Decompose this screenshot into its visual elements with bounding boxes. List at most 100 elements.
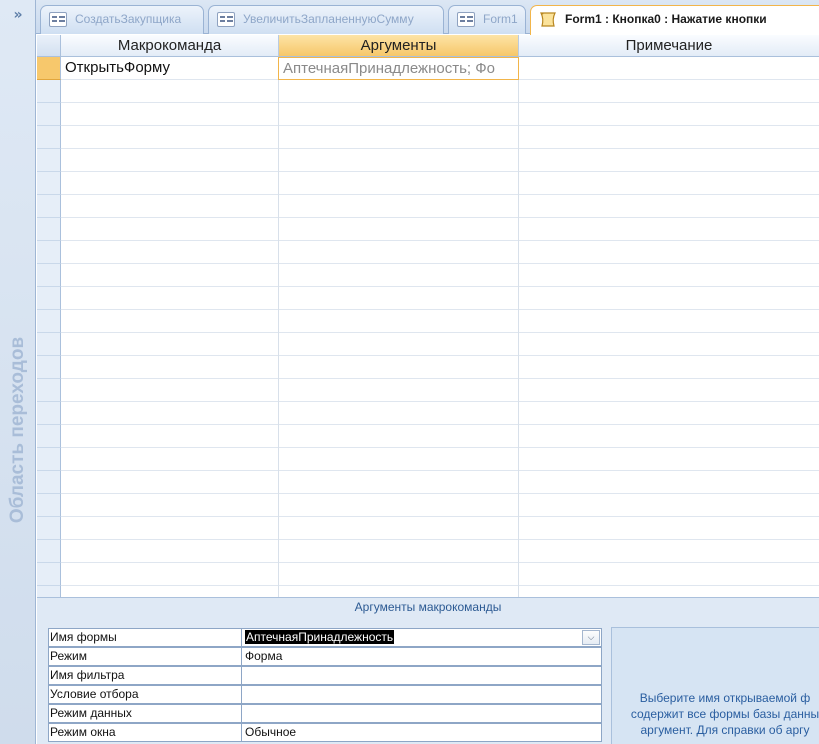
row-selector[interactable] — [37, 517, 61, 540]
action-arguments-area: Аргументы макрокоманды Имя формы Аптечна… — [37, 597, 819, 744]
argument-label: Режим данных — [48, 704, 242, 723]
column-header-comment[interactable]: Примечание — [519, 35, 819, 57]
row-selector[interactable] — [37, 172, 61, 195]
argument-label: Условие отбора — [48, 685, 242, 704]
row-selector[interactable] — [37, 149, 61, 172]
row-selector[interactable] — [37, 103, 61, 126]
row-selector[interactable] — [37, 379, 61, 402]
grid-line — [61, 286, 819, 287]
grid-line — [61, 562, 819, 563]
row-selector[interactable] — [37, 586, 61, 597]
row-selector[interactable] — [37, 471, 61, 494]
arguments-area-title: Аргументы макрокоманды — [354, 600, 502, 614]
argument-label: Режим — [48, 647, 242, 666]
argument-row-where-condition: Условие отбора — [48, 685, 603, 704]
argument-label: Имя фильтра — [48, 666, 242, 685]
grid-line — [61, 240, 819, 241]
form-name-combobox[interactable]: АптечнаяПринадлежность ⌵ — [242, 628, 602, 647]
row-selector[interactable] — [37, 126, 61, 149]
form-icon — [217, 12, 235, 27]
row-selector[interactable] — [37, 241, 61, 264]
grid-line — [61, 447, 819, 448]
grid-line — [61, 171, 819, 172]
row-selector[interactable] — [37, 333, 61, 356]
grid-corner — [37, 35, 61, 57]
row-selector[interactable] — [37, 540, 61, 563]
help-line: аргумент. Для справки об аргу — [640, 723, 810, 737]
column-divider — [278, 57, 279, 597]
tab-label: СоздатьЗакупщика — [75, 12, 182, 26]
chevron-down-icon[interactable]: ⌵ — [582, 630, 600, 645]
argument-row-data-mode: Режим данных — [48, 704, 603, 723]
grid-line — [61, 194, 819, 195]
grid-line — [61, 125, 819, 126]
tab-label: Form1 — [483, 12, 518, 26]
grid-line — [61, 217, 819, 218]
column-header-arguments[interactable]: Аргументы — [279, 35, 519, 57]
grid-line — [61, 539, 819, 540]
grid-line — [61, 516, 819, 517]
grid-line — [61, 424, 819, 425]
row-selector[interactable] — [37, 310, 61, 333]
argument-property-sheet: Имя формы АптечнаяПринадлежность ⌵ Режим… — [48, 628, 603, 742]
view-field[interactable]: Форма — [242, 647, 602, 666]
help-line: содержит все формы базы данны — [630, 707, 819, 721]
tab-label: Form1 : Кнопка0 : Нажатие кнопки — [565, 12, 767, 26]
row-selector[interactable] — [37, 402, 61, 425]
grid-line — [61, 470, 819, 471]
row-selector[interactable] — [37, 264, 61, 287]
arguments-cell[interactable]: АптечнаяПринадлежность; Фо — [278, 57, 519, 80]
comment-cell[interactable] — [519, 57, 819, 80]
row-selector[interactable] — [37, 287, 61, 310]
expand-nav-icon[interactable]: » — [0, 4, 36, 26]
where-condition-field[interactable] — [242, 685, 602, 704]
row-selector[interactable] — [37, 57, 61, 80]
grid-line — [61, 355, 819, 356]
macro-design-grid[interactable]: Макрокоманда Аргументы Примечание Открыт… — [37, 35, 819, 597]
window-mode-field[interactable]: Обычное — [242, 723, 602, 742]
row-selector[interactable] — [37, 494, 61, 517]
action-cell[interactable]: ОткрытьФорму — [61, 57, 278, 80]
argument-row-form-name: Имя формы АптечнаяПринадлежность ⌵ — [48, 628, 603, 647]
row-selector[interactable] — [37, 356, 61, 379]
row-selector[interactable] — [37, 425, 61, 448]
tab-create-buyer[interactable]: СоздатьЗакупщика — [40, 5, 204, 34]
document-tab-bar: СоздатьЗакупщика УвеличитьЗапланеннуюСум… — [36, 0, 819, 35]
row-selector[interactable] — [37, 80, 61, 103]
grid-line — [61, 493, 819, 494]
help-line: Выберите имя открываемой ф — [639, 691, 811, 705]
column-header-action[interactable]: Макрокоманда — [61, 35, 279, 57]
row-selector[interactable] — [37, 448, 61, 471]
argument-row-filter-name: Имя фильтра — [48, 666, 603, 685]
grid-line — [61, 102, 819, 103]
grid-line — [61, 309, 819, 310]
row-selector[interactable] — [37, 195, 61, 218]
grid-line — [61, 332, 819, 333]
navigation-pane[interactable]: » Область переходов — [0, 0, 36, 744]
argument-label: Режим окна — [48, 723, 242, 742]
grid-line — [61, 401, 819, 402]
argument-row-window-mode: Режим окна Обычное — [48, 723, 603, 742]
data-mode-field[interactable] — [242, 704, 602, 723]
grid-line — [61, 378, 819, 379]
tab-form1-button-click-macro[interactable]: Form1 : Кнопка0 : Нажатие кнопки — [530, 5, 819, 35]
argument-row-view: Режим Форма — [48, 647, 603, 666]
row-selector[interactable] — [37, 563, 61, 586]
tab-increase-planned-sum[interactable]: УвеличитьЗапланеннуюСумму — [208, 5, 444, 34]
help-text: Выберите имя открываемой ф содержит все … — [618, 690, 819, 738]
grid-line — [61, 148, 819, 149]
form-icon — [49, 12, 67, 27]
form-name-value: АптечнаяПринадлежность — [245, 630, 395, 644]
form-icon — [457, 12, 475, 27]
grid-line — [61, 263, 819, 264]
row-selector[interactable] — [37, 218, 61, 241]
column-divider — [518, 57, 519, 597]
tab-form1[interactable]: Form1 — [448, 5, 526, 34]
argument-label: Имя формы — [48, 628, 242, 647]
argument-help-panel: Выберите имя открываемой ф содержит все … — [611, 627, 819, 744]
filter-name-field[interactable] — [242, 666, 602, 685]
navigation-pane-caption: Область переходов — [7, 336, 28, 524]
macro-scroll-icon — [540, 12, 556, 27]
tab-label: УвеличитьЗапланеннуюСумму — [243, 12, 414, 26]
grid-line — [61, 585, 819, 586]
